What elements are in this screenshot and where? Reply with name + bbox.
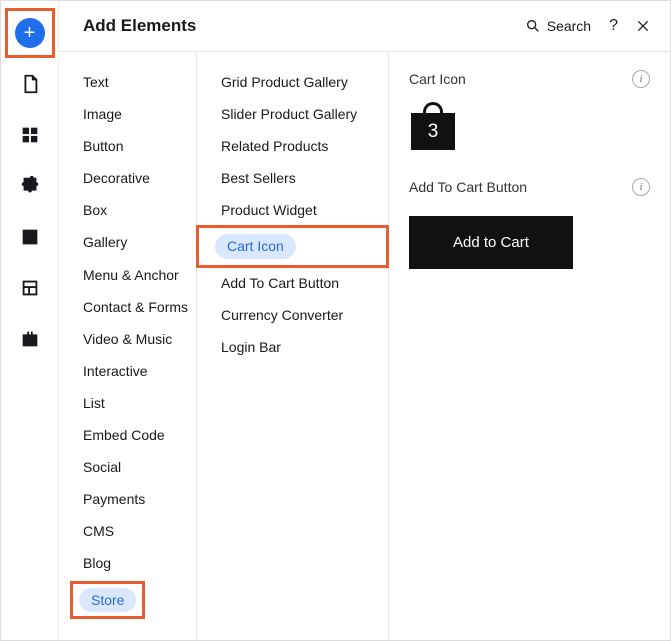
sub-product-widget[interactable]: Product Widget bbox=[197, 194, 388, 226]
left-rail: + bbox=[1, 1, 59, 640]
rail-sections[interactable] bbox=[12, 117, 48, 153]
sub-related-products[interactable]: Related Products bbox=[197, 130, 388, 162]
panel: Add Elements Search ? Text Image Button bbox=[59, 1, 670, 640]
search-icon bbox=[525, 18, 541, 34]
puzzle-icon bbox=[19, 175, 41, 197]
panel-body: Text Image Button Decorative Box Gallery… bbox=[59, 51, 670, 640]
category-image[interactable]: Image bbox=[59, 98, 196, 130]
cart-icon-preview[interactable]: 3 bbox=[411, 102, 455, 150]
category-blog[interactable]: Blog bbox=[59, 547, 196, 579]
help-icon: ? bbox=[609, 17, 618, 35]
preview-cart-icon-title-row: Cart Icon i bbox=[409, 70, 650, 88]
sub-login-bar[interactable]: Login Bar bbox=[197, 331, 388, 363]
rail-business[interactable] bbox=[12, 321, 48, 357]
category-list: Text Image Button Decorative Box Gallery… bbox=[59, 52, 197, 640]
search-label: Search bbox=[547, 18, 591, 34]
category-button[interactable]: Button bbox=[59, 130, 196, 162]
category-contact-forms[interactable]: Contact & Forms bbox=[59, 291, 196, 323]
preview-add-to-cart-title-row: Add To Cart Button i bbox=[409, 178, 650, 196]
subcategory-list: Grid Product Gallery Slider Product Gall… bbox=[197, 52, 389, 640]
category-store[interactable]: Store bbox=[59, 580, 196, 620]
preview-pane: Cart Icon i 3 Add To Cart Button i Add t… bbox=[389, 52, 670, 640]
briefcase-icon bbox=[19, 328, 41, 350]
info-icon[interactable]: i bbox=[632, 178, 650, 196]
preview-add-to-cart-title: Add To Cart Button bbox=[409, 179, 527, 195]
document-icon bbox=[19, 73, 41, 95]
grid-icon bbox=[19, 124, 41, 146]
rail-pages[interactable] bbox=[12, 66, 48, 102]
category-list-el[interactable]: List bbox=[59, 387, 196, 419]
search-button[interactable]: Search bbox=[525, 18, 591, 34]
add-elements-panel: + Add Elements Search bbox=[0, 0, 671, 641]
close-icon bbox=[636, 19, 650, 33]
category-decorative[interactable]: Decorative bbox=[59, 162, 196, 194]
image-icon bbox=[19, 226, 41, 248]
panel-title: Add Elements bbox=[83, 16, 196, 36]
category-gallery[interactable]: Gallery bbox=[59, 226, 196, 258]
rail-media[interactable] bbox=[12, 219, 48, 255]
category-video-music[interactable]: Video & Music bbox=[59, 323, 196, 355]
sub-slider-product-gallery[interactable]: Slider Product Gallery bbox=[197, 98, 388, 130]
layout-icon bbox=[19, 277, 41, 299]
sub-add-to-cart-button[interactable]: Add To Cart Button bbox=[197, 267, 388, 299]
preview-cart-icon-section: Cart Icon i 3 bbox=[409, 70, 650, 150]
close-button[interactable] bbox=[636, 19, 650, 33]
panel-header: Add Elements Search ? bbox=[59, 1, 670, 51]
sub-grid-product-gallery[interactable]: Grid Product Gallery bbox=[197, 66, 388, 98]
rail-design[interactable] bbox=[12, 168, 48, 204]
category-interactive[interactable]: Interactive bbox=[59, 355, 196, 387]
info-icon[interactable]: i bbox=[632, 70, 650, 88]
add-button[interactable]: + bbox=[12, 15, 48, 51]
category-cms[interactable]: CMS bbox=[59, 515, 196, 547]
sub-best-sellers[interactable]: Best Sellers bbox=[197, 162, 388, 194]
preview-cart-icon-title: Cart Icon bbox=[409, 71, 466, 87]
help-button[interactable]: ? bbox=[609, 17, 618, 35]
plus-icon: + bbox=[15, 18, 45, 48]
category-payments[interactable]: Payments bbox=[59, 483, 196, 515]
header-actions: Search ? bbox=[525, 17, 650, 35]
preview-add-to-cart-section: Add To Cart Button i Add to Cart bbox=[409, 178, 650, 269]
category-box[interactable]: Box bbox=[59, 194, 196, 226]
category-menu-anchor[interactable]: Menu & Anchor bbox=[59, 259, 196, 291]
category-text[interactable]: Text bbox=[59, 66, 196, 98]
category-social[interactable]: Social bbox=[59, 451, 196, 483]
sub-currency-converter[interactable]: Currency Converter bbox=[197, 299, 388, 331]
cart-count: 3 bbox=[411, 121, 455, 143]
add-to-cart-button-preview[interactable]: Add to Cart bbox=[409, 216, 573, 269]
sub-cart-icon[interactable]: Cart Icon bbox=[197, 226, 388, 266]
category-embed-code[interactable]: Embed Code bbox=[59, 419, 196, 451]
rail-content[interactable] bbox=[12, 270, 48, 306]
